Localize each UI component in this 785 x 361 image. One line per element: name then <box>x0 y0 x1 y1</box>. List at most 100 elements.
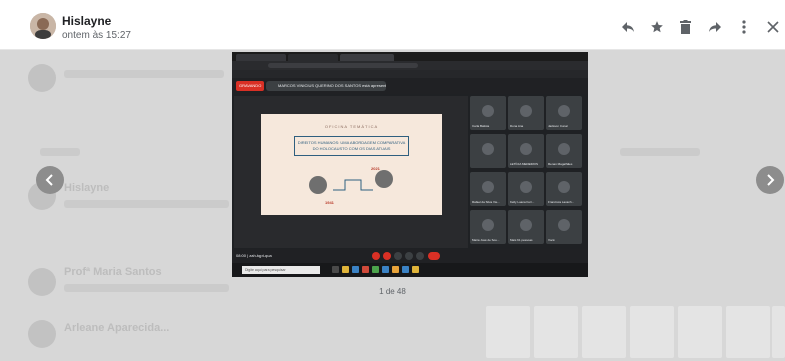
attachment-thumbnail[interactable] <box>726 306 770 358</box>
avatar <box>520 219 532 231</box>
slide-title: DIREITOS HUMANOS: UMA ABORDAGEM COMPARAT… <box>294 136 409 156</box>
meet-top-bar: GRAVANDO MARCOS VINICIUS QUERINO DOS SAN… <box>232 78 588 94</box>
browser-tabs <box>232 52 588 61</box>
taskbar-app-icon <box>362 266 369 273</box>
forward-icon <box>708 22 721 32</box>
list-sender: Hislayne <box>64 182 110 194</box>
taskbar-app-icon <box>382 266 389 273</box>
participant-tile: Mais 61 pessoas <box>508 210 544 244</box>
placeholder-line <box>64 70 224 78</box>
taskbar-app-icon <box>412 266 419 273</box>
recording-badge: GRAVANDO <box>236 81 265 91</box>
participant-name: Renan Magalhães <box>548 162 573 166</box>
participant-name: Jackson Cunar <box>548 124 569 128</box>
participant-name: Maria José de Sou... <box>472 238 500 242</box>
folder-icon <box>342 266 349 273</box>
placeholder-line <box>64 200 229 208</box>
delete-icon <box>680 20 691 34</box>
list-sender: Arleane Aparecida... <box>64 322 170 334</box>
attachment-thumbnail[interactable] <box>678 306 722 358</box>
more-button[interactable] <box>731 16 756 38</box>
avatar <box>520 181 532 193</box>
toolbar <box>611 16 785 38</box>
star-icon <box>650 21 663 33</box>
participant-name: Você <box>548 238 555 242</box>
taskbar-app-icon <box>402 266 409 273</box>
avatar <box>482 143 494 155</box>
attachment-image: GRAVANDO MARCOS VINICIUS QUERINO DOS SAN… <box>232 52 588 277</box>
participant-tile <box>470 134 506 168</box>
participant-name: Carla Batista <box>472 124 490 128</box>
previous-button[interactable] <box>36 166 64 194</box>
avatar <box>28 320 56 348</box>
placeholder-line <box>620 148 700 156</box>
attachment-thumbnail[interactable] <box>582 306 626 358</box>
attachment-thumbnail[interactable] <box>486 306 530 358</box>
delete-button[interactable] <box>673 16 698 38</box>
forward-button[interactable] <box>702 16 727 38</box>
reply-button[interactable] <box>615 16 640 38</box>
slide-photo <box>375 170 393 188</box>
placeholder-line <box>40 148 80 156</box>
participant-tile: Francisca Lavanh... <box>546 172 582 206</box>
star-button[interactable] <box>644 16 669 38</box>
camera-off-icon <box>383 252 391 260</box>
captions-icon <box>394 252 402 260</box>
attachment-thumbnail[interactable] <box>630 306 674 358</box>
sender-avatar <box>30 13 56 39</box>
participants-grid: Carla Batista Dona Ana Jackson Cunar LET… <box>470 96 586 248</box>
taskbar-search: Digite aqui para pesquisar <box>242 266 320 274</box>
avatar <box>558 143 570 155</box>
participant-name: Francisca Lavanh... <box>548 200 575 204</box>
hangup-icon <box>428 252 440 260</box>
attachment-thumbnail[interactable] <box>534 306 578 358</box>
sender-name: Hislayne <box>62 14 112 28</box>
more-icon <box>741 20 746 34</box>
taskbar-app-icon <box>372 266 379 273</box>
chevron-right-icon <box>767 174 775 186</box>
participant-tile: Carla Batista <box>470 96 506 130</box>
participant-tile: Você <box>546 210 582 244</box>
participant-name: LETÍCIA MEDEIROS <box>510 162 539 166</box>
next-button[interactable] <box>756 166 784 194</box>
browser-tab <box>236 54 286 61</box>
participant-name: Dona Ana <box>510 124 524 128</box>
browser-tab <box>340 54 394 61</box>
attachment-thumbnail[interactable] <box>772 306 785 358</box>
url-field <box>268 63 418 68</box>
message-date: ontem às 15:27 <box>62 30 131 41</box>
viewer-header: Hislayne ontem às 15:27 <box>0 0 785 50</box>
avatar <box>520 143 532 155</box>
participant-name: Kelly Luana Ferr... <box>510 200 535 204</box>
bookmarks-bar <box>232 70 588 78</box>
slide-kicker: OFICINA TEMÁTICA <box>324 124 379 129</box>
timeline-arrow <box>333 179 373 191</box>
participant-name: Mais 61 pessoas <box>510 238 533 242</box>
participant-tile: Rafael da Silva Vie... <box>470 172 506 206</box>
browser-tab <box>288 54 338 61</box>
presentation-stage: OFICINA TEMÁTICA DIREITOS HUMANOS: UMA A… <box>234 96 468 248</box>
reply-icon <box>621 22 634 32</box>
attachment-counter: 1 de 48 <box>379 287 406 296</box>
mic-off-icon <box>372 252 380 260</box>
list-sender: Profª Maria Santos <box>64 266 162 278</box>
participant-tile: Kelly Luana Ferr... <box>508 172 544 206</box>
participant-tile: LETÍCIA MEDEIROS <box>508 134 544 168</box>
avatar <box>482 219 494 231</box>
avatar <box>28 64 56 92</box>
present-icon <box>405 252 413 260</box>
avatar <box>558 105 570 117</box>
year-start: 1941 <box>325 200 334 205</box>
taskbar-app-icon <box>332 266 339 273</box>
meeting-code: 08:00 | zah-tqpt-qua <box>236 253 272 258</box>
participant-tile: Dona Ana <box>508 96 544 130</box>
avatar <box>482 105 494 117</box>
slide-photo <box>309 176 327 194</box>
year-end: 2021 <box>371 166 380 171</box>
participant-name: Rafael da Silva Vie... <box>472 200 500 204</box>
close-icon <box>766 21 779 33</box>
more-options-icon <box>416 252 424 260</box>
avatar <box>558 181 570 193</box>
close-button[interactable] <box>760 16 785 38</box>
slide: OFICINA TEMÁTICA DIREITOS HUMANOS: UMA A… <box>261 114 442 215</box>
